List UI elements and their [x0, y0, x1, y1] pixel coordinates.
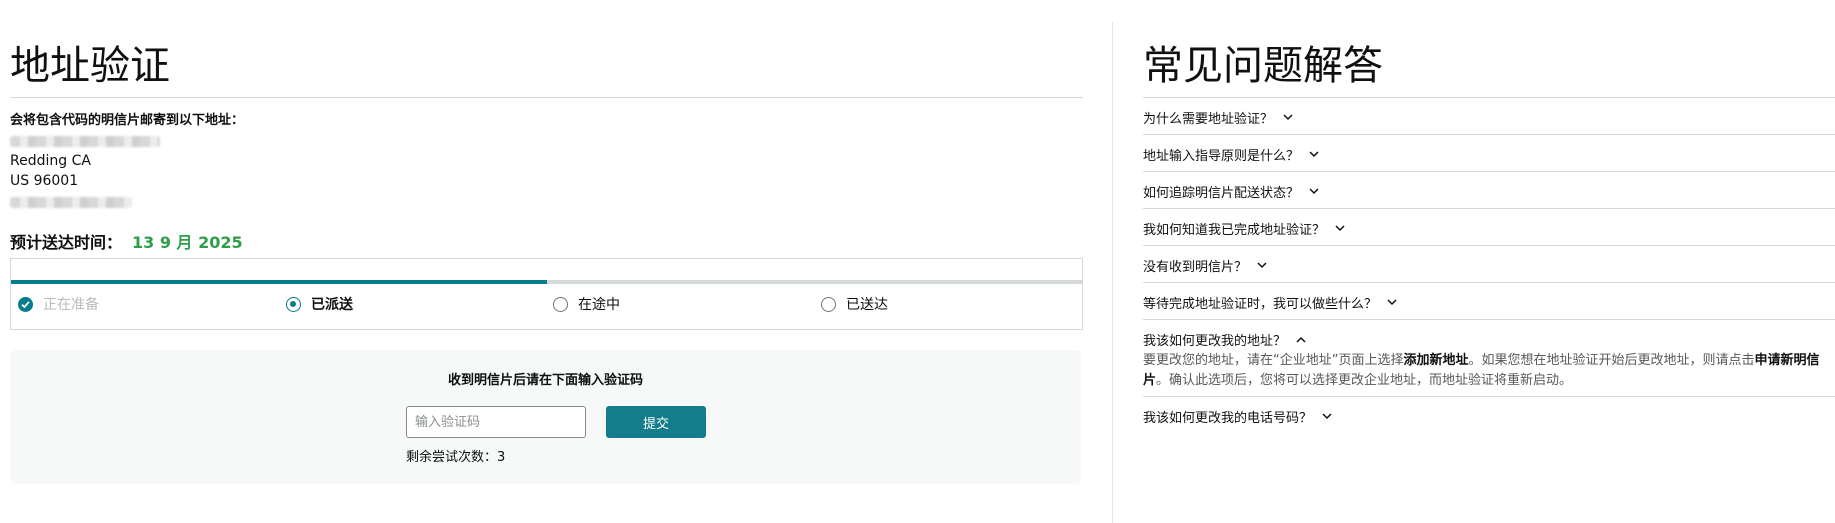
faq-divider — [1143, 245, 1835, 246]
redacted-street — [10, 136, 160, 147]
faq-item-while-waiting[interactable]: 等待完成地址验证时，我可以做些什么？ — [1143, 293, 1835, 312]
faq-divider — [1143, 208, 1835, 209]
chevron-down-icon — [1322, 413, 1332, 420]
code-entry-panel: 收到明信片后请在下面输入验证码 提交 剩余尝试次数：3 — [10, 350, 1081, 484]
faq-item-track-postcard[interactable]: 如何追踪明信片配送状态？ — [1143, 182, 1835, 201]
submit-button[interactable]: 提交 — [606, 406, 706, 438]
step-dispatched: 已派送 — [286, 294, 353, 314]
faq-question: 为什么需要地址验证？ — [1143, 112, 1274, 127]
faq-item-change-phone[interactable]: 我该如何更改我的电话号码？ — [1143, 407, 1835, 426]
chevron-down-icon — [1257, 262, 1267, 269]
faq-item-no-postcard[interactable]: 没有收到明信片？ — [1143, 256, 1835, 275]
radio-selected-icon — [286, 296, 301, 312]
answer-text: 。如果您想在地址验证开始后更改地址，则请点击 — [1468, 353, 1755, 368]
faq-question: 我该如何更改我的地址？ — [1143, 334, 1287, 349]
delivery-tracker: 正在准备 已派送 在途中 已送达 — [10, 258, 1083, 330]
chevron-up-icon — [1296, 336, 1306, 343]
redacted-phone — [10, 197, 132, 208]
faq-answer: 要更改您的地址，请在“企业地址”页面上选择添加新地址。如果您想在地址验证开始后更… — [1143, 351, 1833, 391]
faq-item-why-verify[interactable]: 为什么需要地址验证？ — [1143, 108, 1835, 127]
step-delivered: 已送达 — [821, 294, 888, 314]
faq-title: 常见问题解答 — [1143, 43, 1383, 89]
faq-divider — [1143, 319, 1835, 320]
chevron-down-icon — [1309, 188, 1319, 195]
faq-question: 我如何知道我已完成地址验证？ — [1143, 223, 1326, 238]
faq-question: 如何追踪明信片配送状态？ — [1143, 186, 1300, 201]
step-in-transit: 在途中 — [553, 294, 620, 314]
step-label: 正在准备 — [43, 297, 99, 313]
address-zip: US 96001 — [10, 173, 79, 189]
code-prompt: 收到明信片后请在下面输入验证码 — [447, 373, 643, 388]
step-label: 在途中 — [578, 297, 620, 313]
eta-label: 预计送达时间： — [10, 233, 123, 252]
chevron-down-icon — [1309, 151, 1319, 158]
faq-divider — [1143, 134, 1835, 135]
chevron-down-icon — [1335, 225, 1345, 232]
check-icon — [18, 296, 33, 312]
chevron-down-icon — [1387, 299, 1397, 306]
answer-text: 要更改您的地址，请在“企业地址”页面上选择 — [1143, 353, 1404, 368]
faq-divider — [1143, 171, 1835, 172]
faq-item-address-guidelines[interactable]: 地址输入指导原则是什么？ — [1143, 145, 1835, 164]
title-divider — [10, 97, 1083, 98]
verification-code-input[interactable] — [406, 406, 586, 438]
step-label: 已派送 — [311, 297, 353, 313]
faq-question: 我该如何更改我的电话号码？ — [1143, 411, 1313, 426]
attempts-remaining: 剩余尝试次数：3 — [406, 450, 506, 465]
faq-divider — [1143, 396, 1835, 397]
faq-item-change-address[interactable]: 我该如何更改我的地址？ 要更改您的地址，请在“企业地址”页面上选择添加新地址。如… — [1143, 330, 1835, 391]
answer-emphasis: 添加新地址 — [1403, 353, 1469, 368]
address-city: Redding CA — [10, 153, 91, 169]
address-intro: 会将包含代码的明信片邮寄到以下地址： — [10, 113, 245, 128]
faq-question: 地址输入指导原则是什么？ — [1143, 149, 1300, 164]
column-divider — [1112, 22, 1113, 523]
eta-date: 13 9 月 2025 — [132, 233, 243, 252]
step-label: 已送达 — [846, 297, 888, 313]
page-title: 地址验证 — [10, 43, 170, 89]
faq-question: 没有收到明信片？ — [1143, 260, 1248, 275]
radio-empty-icon — [553, 296, 568, 312]
eta-row: 预计送达时间： 13 9 月 2025 — [10, 229, 243, 253]
chevron-down-icon — [1283, 114, 1293, 121]
faq-question: 等待完成地址验证时，我可以做些什么？ — [1143, 297, 1378, 312]
progress-fill — [11, 280, 547, 284]
answer-text: 。确认此选项后，您将可以选择更改企业地址，而地址验证将重新启动。 — [1156, 373, 1573, 388]
step-preparing: 正在准备 — [18, 294, 99, 314]
faq-divider — [1143, 97, 1835, 98]
radio-empty-icon — [821, 296, 836, 312]
faq-divider — [1143, 282, 1835, 283]
faq-item-verification-done[interactable]: 我如何知道我已完成地址验证？ — [1143, 219, 1835, 238]
